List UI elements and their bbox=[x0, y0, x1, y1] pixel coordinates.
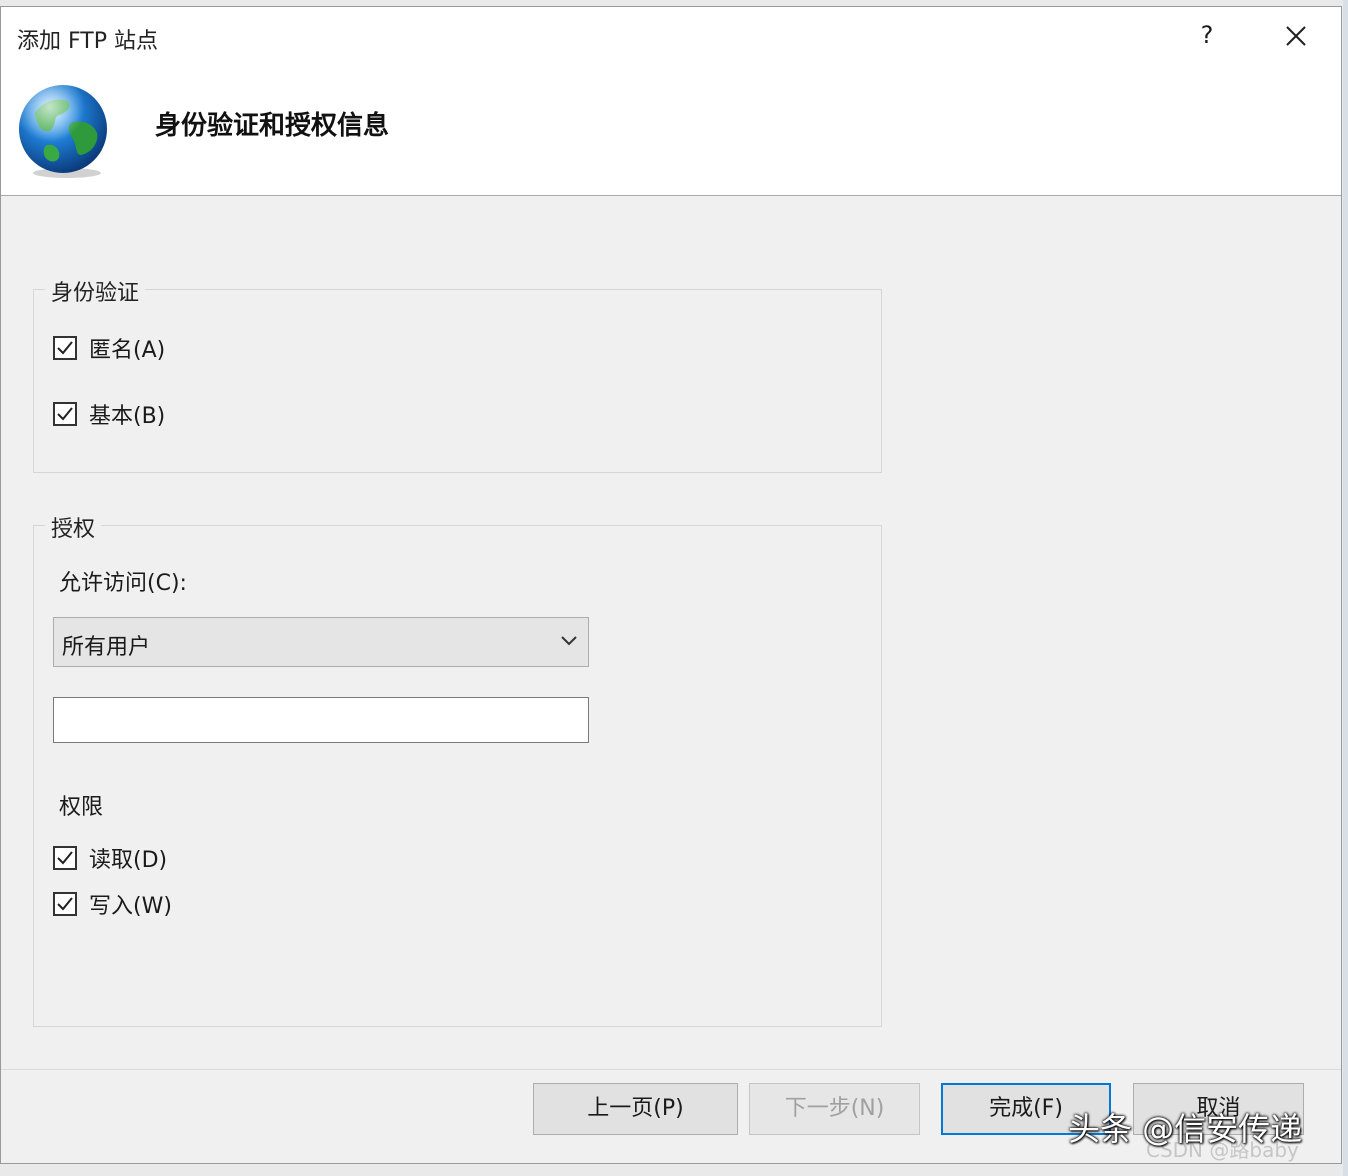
checkbox-box[interactable] bbox=[53, 402, 77, 426]
allow-access-value: 所有用户 bbox=[62, 635, 151, 660]
write-checkbox[interactable]: 写入(W) bbox=[53, 888, 172, 920]
anonymous-checkbox[interactable]: 匿名(A) bbox=[53, 332, 165, 364]
authentication-group bbox=[33, 289, 882, 473]
globe-icon bbox=[19, 85, 107, 178]
checkmark-icon bbox=[57, 341, 73, 355]
close-icon bbox=[1286, 26, 1306, 46]
checkbox-box[interactable] bbox=[53, 336, 77, 360]
allow-access-label: 允许访问(C): bbox=[59, 571, 187, 596]
previous-button[interactable]: 上一页(P) bbox=[533, 1083, 738, 1135]
user-role-input[interactable] bbox=[53, 697, 589, 743]
anonymous-label: 匿名(A) bbox=[89, 338, 166, 363]
window-title: 添加 FTP 站点 bbox=[17, 29, 158, 54]
help-button[interactable]: ? bbox=[1189, 17, 1225, 53]
permissions-label: 权限 bbox=[59, 795, 104, 820]
page-heading: 身份验证和授权信息 bbox=[155, 111, 390, 141]
chevron-down-icon bbox=[561, 636, 577, 646]
checkmark-icon bbox=[57, 897, 73, 911]
read-label: 读取(D) bbox=[89, 848, 168, 873]
add-ftp-site-dialog: 添加 FTP 站点 ? 身份验证和授权信息 身份验证 匿名(A) 基本(B) 授… bbox=[0, 6, 1342, 1164]
toutiao-watermark: 头条 @信安传递 bbox=[1068, 1110, 1303, 1148]
read-checkbox[interactable]: 读取(D) bbox=[53, 842, 167, 874]
checkmark-icon bbox=[57, 407, 73, 421]
next-button[interactable]: 下一步(N) bbox=[749, 1083, 920, 1135]
authentication-legend: 身份验证 bbox=[45, 275, 146, 307]
authorization-group bbox=[33, 525, 882, 1027]
background-window-edge bbox=[1343, 0, 1348, 1176]
checkbox-box[interactable] bbox=[53, 846, 77, 870]
allow-access-select[interactable]: 所有用户 bbox=[53, 617, 589, 667]
footer-divider bbox=[1, 1069, 1341, 1070]
write-label: 写入(W) bbox=[89, 894, 172, 919]
authorization-legend: 授权 bbox=[45, 511, 102, 543]
dialog-header: 添加 FTP 站点 ? 身份验证和授权信息 bbox=[1, 7, 1341, 196]
checkmark-icon bbox=[57, 851, 73, 865]
checkbox-box[interactable] bbox=[53, 892, 77, 916]
basic-checkbox[interactable]: 基本(B) bbox=[53, 398, 165, 430]
close-button[interactable] bbox=[1273, 17, 1319, 57]
basic-label: 基本(B) bbox=[89, 404, 166, 429]
